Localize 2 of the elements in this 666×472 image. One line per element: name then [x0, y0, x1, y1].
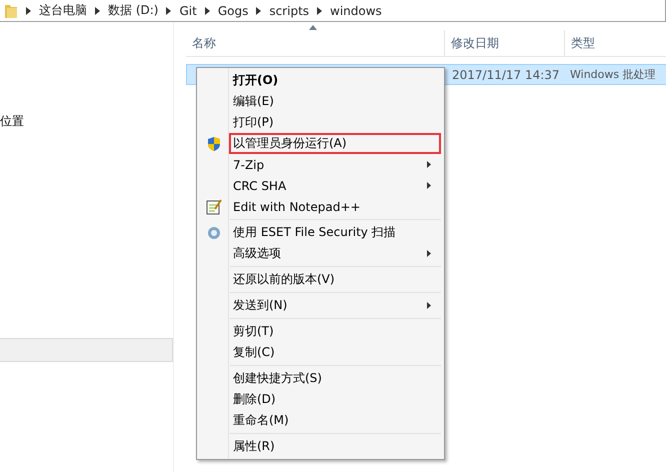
type-cell-text: Windows 批处理 [569, 67, 656, 83]
date-cell-text: 2017/11/17 14:37 [451, 66, 561, 84]
